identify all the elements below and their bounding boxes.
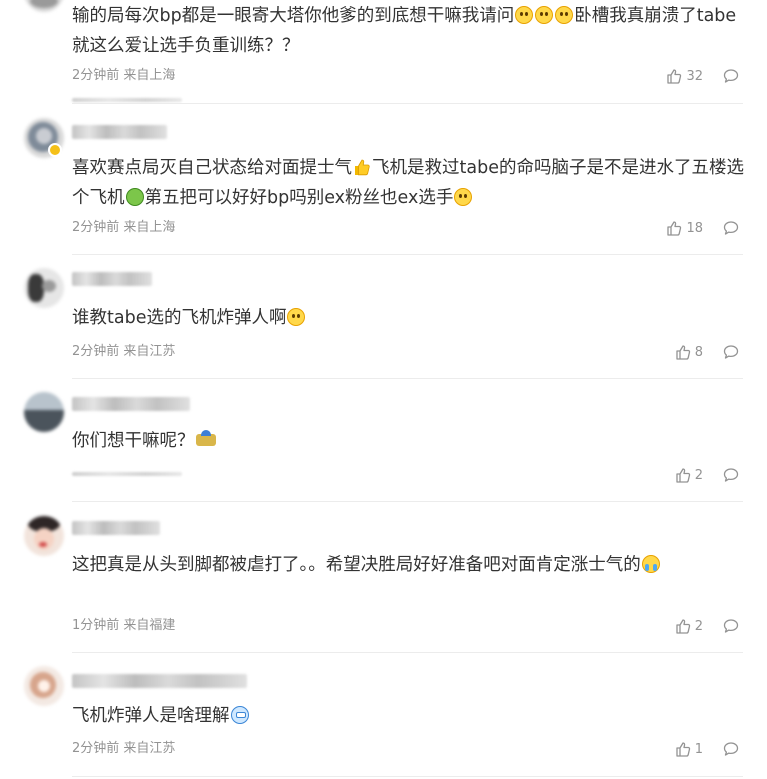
smile-emoji-icon [454,188,473,206]
like-count: 2 [694,618,703,634]
comment-text: 喜欢赛点局灭自己状态给对面提士气 飞机是救过tabe的命吗脑子是不是进水了五楼选个… [72,156,744,208]
like-count: 8 [694,344,703,360]
like-button[interactable]: 2 [675,467,703,483]
comment-actions: 32 [666,67,739,85]
comment-actions: 18 [666,219,739,237]
emoji-icon [535,6,554,24]
thumbs-up-icon [667,69,682,84]
comment-meta: 1分钟前 来自福建 [72,618,175,634]
comment-location: 来自上海 [123,220,176,235]
like-button[interactable]: 8 [675,344,703,360]
comment-text: 输的局每次bp都是一眼寄大塔你他爹的到底想干嘛我请问 卧槽我真崩溃了tabe就这么… [72,6,737,56]
like-button[interactable]: 18 [666,220,703,236]
comment-bubble-icon [723,345,739,359]
username-blurred[interactable] [72,674,247,688]
reply-button[interactable] [723,741,739,757]
comment-text: 飞机炸弹人是啥理解 [72,701,744,731]
like-count: 32 [686,68,703,84]
username-blurred[interactable] [72,521,160,535]
grimace-emoji-icon [230,706,249,724]
username-blurred[interactable] [72,125,167,139]
reply-button[interactable] [723,220,739,236]
username-blurred[interactable] [72,272,152,286]
comment-time: 2分钟前 [72,344,120,359]
avatar[interactable] [24,516,64,556]
blurred-meta [72,472,182,476]
thumbs-up-icon [676,345,690,360]
thumbs-up-icon [676,468,690,483]
reply-button[interactable] [723,618,739,634]
emoji-icon [287,308,306,326]
comment-location: 来自福建 [123,618,176,633]
comment-actions: 2 [675,466,739,484]
comment-text: 你们想干嘛呢？ [72,426,744,456]
like-count: 18 [686,220,703,236]
avatar[interactable] [24,666,64,706]
comment-text: 谁教tabe选的飞机炸弹人啊 [72,303,744,333]
comment-time: 2分钟前 [72,741,120,756]
divider [72,776,743,777]
divider [72,103,743,104]
emoji-icon [515,6,534,24]
divider [72,652,743,653]
comment-time: 2分钟前 [72,68,120,83]
avatar[interactable] [24,392,64,432]
comment-actions: 8 [675,343,739,361]
comment-actions: 2 [675,617,739,635]
sick-face-emoji-icon [125,188,144,206]
comment-time: 2分钟前 [72,220,120,235]
comment-actions: 1 [675,740,739,758]
comment-bubble-icon [723,619,739,633]
thumbs-up-icon [676,742,690,757]
emoji-icon [555,6,574,24]
reply-button[interactable] [723,68,739,84]
comment-meta: 2分钟前 来自江苏 [72,741,175,757]
like-button[interactable]: 1 [675,741,703,757]
comment-meta: 2分钟前 来自上海 [72,68,175,84]
reply-button[interactable] [723,467,739,483]
blurred-reply-preview [72,98,182,102]
thumbs-up-icon [676,619,690,634]
comment-location: 来自江苏 [123,741,176,756]
comment-meta: 2分钟前 来自江苏 [72,344,175,360]
comment-bubble-icon [723,221,739,235]
comment-location: 来自上海 [123,68,176,83]
username-blurred[interactable] [72,397,190,411]
comment-location: 来自江苏 [123,344,176,359]
divider [72,501,743,502]
avatar[interactable] [24,268,64,308]
crying-emoji-icon [641,555,660,573]
comment-meta: 2分钟前 来自上海 [72,220,175,236]
divider [72,378,743,379]
comment-bubble-icon [723,468,739,482]
verified-badge-icon [48,143,62,157]
reply-button[interactable] [723,344,739,360]
thumbs-up-icon [667,221,682,236]
like-count: 1 [694,741,703,757]
like-count: 2 [694,467,703,483]
thumbs-up-emoji-icon [353,156,371,176]
divider [72,254,743,255]
like-button[interactable]: 2 [675,618,703,634]
emoji-icon [195,430,216,446]
comment-bubble-icon [723,742,739,756]
comment-time: 1分钟前 [72,618,120,633]
like-button[interactable]: 32 [666,68,703,84]
comment-bubble-icon [723,69,739,83]
comment-text: 这把真是从头到脚都被虐打了。。希望决胜局好好准备吧对面肯定涨士气的 [72,550,744,580]
avatar[interactable] [24,0,64,12]
